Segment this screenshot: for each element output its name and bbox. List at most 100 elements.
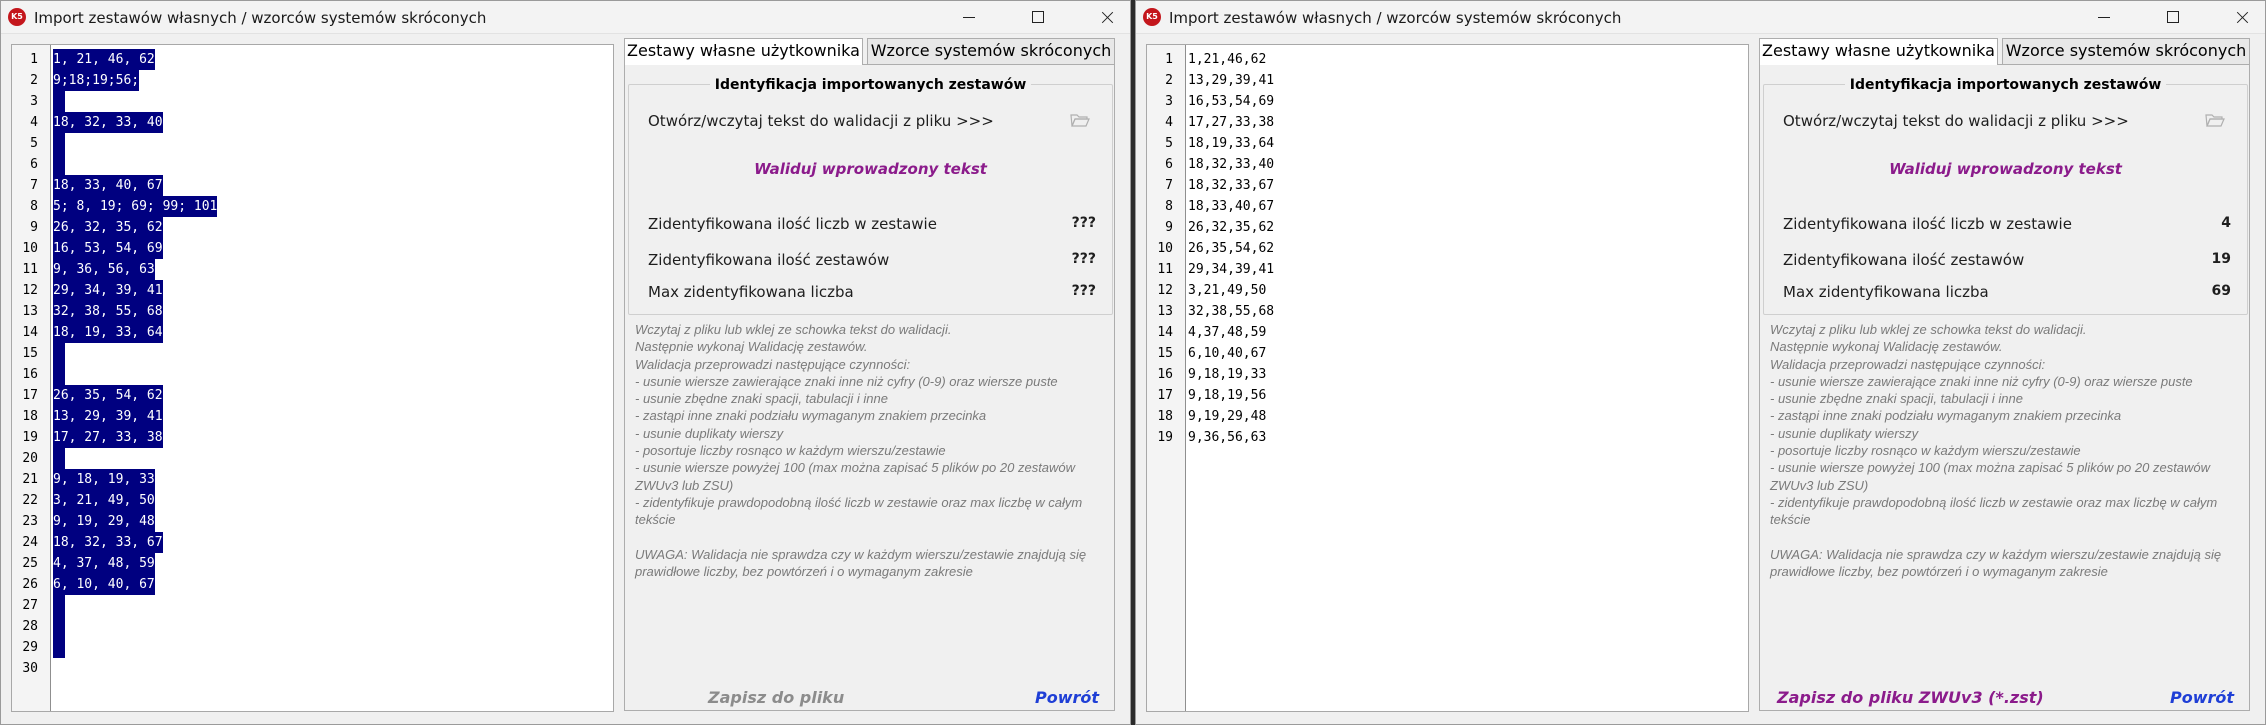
- line-number: 18: [22, 409, 38, 424]
- text-editor[interactable]: 1 1, 21, 46, 62 2 9;18;19;56; 3 4 18, 32, 33, …: [11, 44, 614, 712]
- editor-line: 4 18, 32, 33, 40: [12, 112, 613, 133]
- folder-open-icon[interactable]: [1070, 113, 1090, 128]
- editor-line: 2 13,29,39,41: [1147, 70, 1748, 91]
- open-file-link[interactable]: Otwórz/wczytaj tekst do walidacji z plik…: [1783, 112, 2129, 130]
- editor-line: 4 17,27,33,38: [1147, 112, 1748, 133]
- stat-numbers-per-set: Zidentyfikowana ilość liczb w zestawie ?…: [648, 215, 1098, 235]
- line-number: 8: [30, 199, 38, 214]
- stat-value: ???: [1071, 251, 1096, 267]
- line-text: 4,37,48,59: [1188, 325, 1267, 340]
- note-line: - posortuje liczby rosnąco w każdym wier…: [1770, 443, 2081, 459]
- tab-user-sets[interactable]: Zestawy własne użytkownika: [1759, 38, 1998, 65]
- editor-line: 11 29,34,39,41: [1147, 259, 1748, 280]
- close-button[interactable]: [1084, 1, 1130, 34]
- editor-line: 5 18,19,33,64: [1147, 133, 1748, 154]
- maximize-button[interactable]: [2150, 1, 2196, 34]
- validate-button[interactable]: Waliduj wprowadzony tekst: [1760, 160, 2251, 178]
- editor-line: 7 18,32,33,67: [1147, 175, 1748, 196]
- save-button[interactable]: Zapisz do pliku: [708, 688, 844, 707]
- line-number: 21: [22, 472, 38, 487]
- stat-set-count: Zidentyfikowana ilość zestawów ???: [648, 251, 1098, 271]
- editor-line: 19 9,36,56,63: [1147, 427, 1748, 448]
- editor-line: 15 6,10,40,67: [1147, 343, 1748, 364]
- line-text: 18, 33, 40, 67: [53, 175, 163, 196]
- validate-button[interactable]: Waliduj wprowadzony tekst: [625, 160, 1116, 178]
- instructions-text: Wczytaj z pliku lub wklej ze schowka tek…: [635, 321, 1110, 580]
- group-title: Identyfikacja importowanych zestawów: [1844, 77, 2167, 93]
- line-number: 12: [1157, 283, 1173, 298]
- window-title: Import zestawów własnych / wzorców syste…: [34, 9, 487, 27]
- save-zwu-button[interactable]: Zapisz do pliku ZWUv3 (*.zst): [1777, 688, 2044, 707]
- line-text: [53, 595, 65, 616]
- text-editor[interactable]: 1 1,21,46,62 2 13,29,39,41 3 16,53,54,69 4 17,2…: [1146, 44, 1749, 712]
- line-text: 13,29,39,41: [1188, 73, 1275, 88]
- tab-user-sets[interactable]: Zestawy własne użytkownika: [624, 38, 863, 65]
- line-text: 9, 19, 29, 48: [53, 511, 155, 532]
- stat-label: Max zidentyfikowana liczba: [648, 283, 854, 301]
- editor-line: 22 3, 21, 49, 50: [12, 490, 613, 511]
- line-number: 28: [22, 619, 38, 634]
- editor-line: 24 18, 32, 33, 67: [12, 532, 613, 553]
- line-number: 7: [1165, 178, 1173, 193]
- line-text: 29, 34, 39, 41: [53, 280, 163, 301]
- editor-line: 5: [12, 133, 613, 154]
- line-number: 9: [30, 220, 38, 235]
- stat-numbers-per-set: Zidentyfikowana ilość liczb w zestawie 4: [1783, 215, 2233, 235]
- line-number: 19: [22, 430, 38, 445]
- line-number: 20: [22, 451, 38, 466]
- note-line: - usunie wiersze zawierające znaki inne …: [635, 373, 1058, 389]
- editor-line: 14 18, 19, 33, 64: [12, 322, 613, 343]
- editor-line: 17 9,18,19,56: [1147, 385, 1748, 406]
- note-line: - zidentyfikuje prawdopodobną ilość licz…: [1770, 494, 2218, 528]
- note-line: Wczytaj z pliku lub wklej ze schowka tek…: [635, 322, 952, 337]
- minimize-button[interactable]: [2081, 1, 2127, 34]
- back-button[interactable]: Powrót: [2170, 688, 2234, 707]
- tab-panel: Identyfikacja importowanych zestawów Otw…: [624, 64, 1115, 711]
- tab-shortened-systems[interactable]: Wzorce systemów skróconych: [867, 38, 1115, 64]
- warning-text: UWAGA: Walidacja nie sprawdza czy w każd…: [635, 546, 1087, 579]
- note-line: Następnie wykonaj Walidację zestawów.: [1770, 339, 2003, 355]
- app-icon: K5: [1143, 8, 1161, 26]
- stat-set-count: Zidentyfikowana ilość zestawów 19: [1783, 251, 2233, 271]
- editor-line: 29: [12, 637, 613, 658]
- note-line: Walidacja przeprowadzi następujące czynn…: [635, 356, 911, 372]
- tab-shortened-systems[interactable]: Wzorce systemów skróconych: [2002, 38, 2250, 64]
- editor-line: 18 9,19,29,48: [1147, 406, 1748, 427]
- editor-line: 12 29, 34, 39, 41: [12, 280, 613, 301]
- editor-line: 13 32,38,55,68: [1147, 301, 1748, 322]
- line-number: 8: [1165, 199, 1173, 214]
- line-number: 7: [30, 178, 38, 193]
- note-line: - usunie zbędne znaki spacji, tabulacji …: [635, 391, 888, 407]
- editor-line: 3: [12, 91, 613, 112]
- line-number: 6: [30, 157, 38, 172]
- folder-open-icon[interactable]: [2205, 113, 2225, 128]
- editor-line: 8 5; 8, 19; 69; 99; 101: [12, 196, 613, 217]
- line-number: 13: [22, 304, 38, 319]
- line-text: 18,32,33,67: [1188, 178, 1275, 193]
- line-number: 4: [1165, 115, 1173, 130]
- maximize-button[interactable]: [1015, 1, 1061, 34]
- line-number: 25: [22, 556, 38, 571]
- line-text: 32,38,55,68: [1188, 304, 1275, 319]
- minimize-button[interactable]: [946, 1, 992, 34]
- line-number: 3: [30, 94, 38, 109]
- editor-line: 10 16, 53, 54, 69: [12, 238, 613, 259]
- line-number: 11: [22, 262, 38, 277]
- editor-line: 18 13, 29, 39, 41: [12, 406, 613, 427]
- note-line: - usunie duplikaty wierszy: [635, 425, 784, 441]
- line-text: 9,19,29,48: [1188, 409, 1267, 424]
- stat-max-number: Max zidentyfikowana liczba 69: [1783, 283, 2233, 303]
- open-file-link[interactable]: Otwórz/wczytaj tekst do walidacji z plik…: [648, 112, 994, 130]
- line-text: [53, 448, 65, 469]
- close-button[interactable]: [2219, 1, 2265, 34]
- back-button[interactable]: Powrót: [1035, 688, 1099, 707]
- line-text: 3, 21, 49, 50: [53, 490, 155, 511]
- editor-line: 28: [12, 616, 613, 637]
- editor-line: 12 3,21,49,50: [1147, 280, 1748, 301]
- note-line: - usunie duplikaty wierszy: [1770, 425, 1919, 441]
- line-number: 19: [1157, 430, 1173, 445]
- note-line: - zastąpi inne znaki podziału wymaganym …: [1770, 408, 2122, 424]
- line-text: [53, 91, 65, 112]
- line-text: 26, 35, 54, 62: [53, 385, 163, 406]
- line-text: [53, 343, 65, 364]
